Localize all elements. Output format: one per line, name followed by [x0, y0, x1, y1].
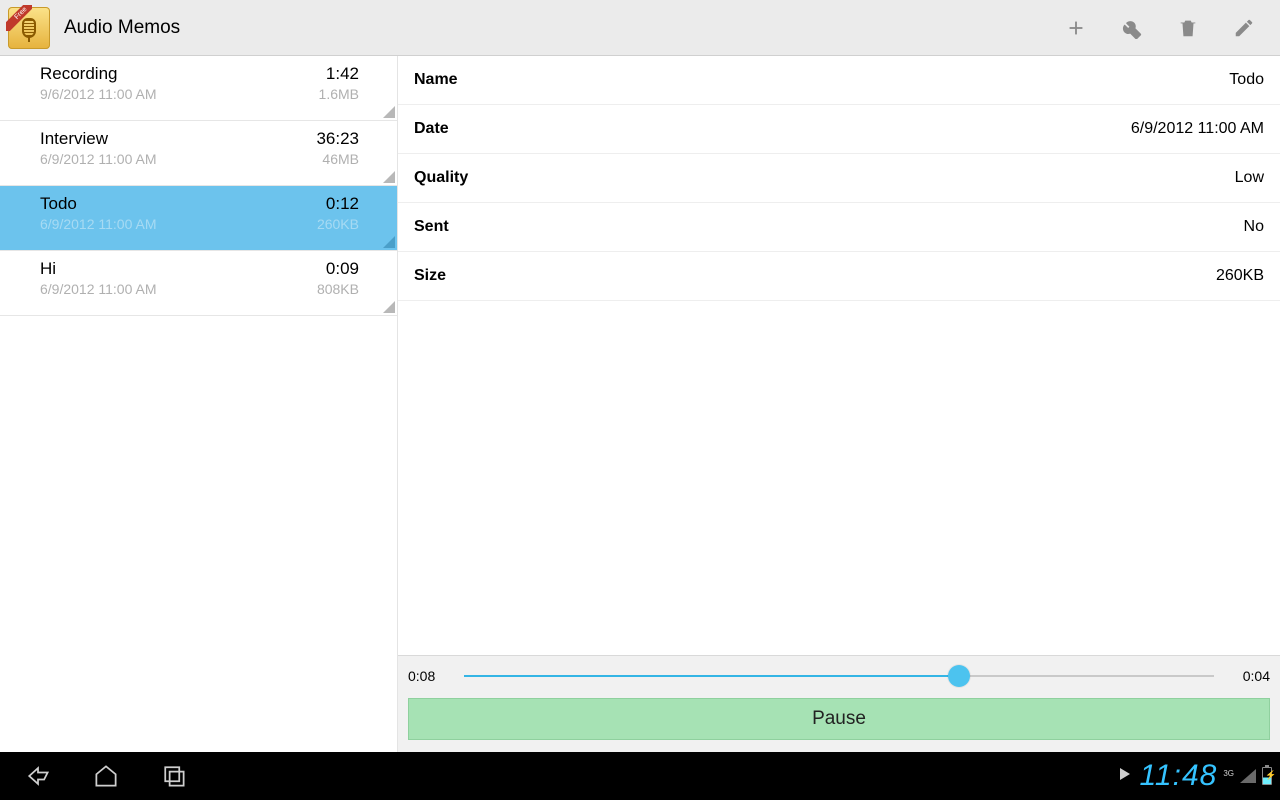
memo-title: Hi — [40, 259, 367, 279]
seek-bar[interactable] — [464, 664, 1214, 688]
playback-indicator-icon — [1117, 766, 1133, 787]
detail-row[interactable]: Name Todo — [398, 56, 1280, 105]
detail-row[interactable]: Quality Low — [398, 154, 1280, 203]
network-label: 3G — [1223, 769, 1234, 778]
memo-list: Recording9/6/2012 11:00 AM1:421.6MBInter… — [0, 56, 398, 752]
back-button[interactable] — [8, 752, 68, 800]
memo-duration: 1:42 — [326, 64, 359, 84]
app-icon — [8, 7, 50, 49]
memo-size: 46MB — [322, 151, 359, 167]
resize-corner-icon — [383, 301, 395, 313]
detail-pane: Name Todo Date 6/9/2012 11:00 AM Quality Low S… — [398, 56, 1280, 752]
memo-title: Todo — [40, 194, 367, 214]
memo-duration: 0:09 — [326, 259, 359, 279]
detail-info: Name Todo Date 6/9/2012 11:00 AM Quality Low S… — [398, 56, 1280, 655]
detail-key: Size — [414, 267, 446, 285]
detail-row[interactable]: Date 6/9/2012 11:00 AM — [398, 105, 1280, 154]
memo-item[interactable]: Hi6/9/2012 11:00 AM0:09808KB — [0, 251, 397, 316]
memo-size: 808KB — [317, 281, 359, 297]
pause-button[interactable]: Pause — [408, 698, 1270, 740]
detail-key: Sent — [414, 218, 449, 236]
battery-icon: ⚡ — [1262, 767, 1272, 785]
memo-size: 1.6MB — [319, 86, 359, 102]
detail-value: 260KB — [1216, 267, 1264, 285]
memo-duration: 36:23 — [316, 129, 359, 149]
memo-title: Recording — [40, 64, 367, 84]
add-button[interactable] — [1048, 0, 1104, 56]
detail-row[interactable]: Sent No — [398, 203, 1280, 252]
detail-row[interactable]: Size 260KB — [398, 252, 1280, 301]
status-clock: 11:48 — [1139, 759, 1217, 793]
edit-button[interactable] — [1216, 0, 1272, 56]
settings-button[interactable] — [1104, 0, 1160, 56]
recent-apps-button[interactable] — [144, 752, 204, 800]
detail-value: 6/9/2012 11:00 AM — [1131, 120, 1264, 138]
detail-value: Todo — [1229, 71, 1264, 89]
system-nav-bar: 11:48 3G ⚡ — [0, 752, 1280, 800]
resize-corner-icon — [383, 106, 395, 118]
action-bar: Audio Memos — [0, 0, 1280, 56]
detail-key: Date — [414, 120, 449, 138]
delete-button[interactable] — [1160, 0, 1216, 56]
memo-size: 260KB — [317, 216, 359, 232]
seek-thumb[interactable] — [948, 665, 970, 687]
detail-value: No — [1244, 218, 1264, 236]
elapsed-time: 0:08 — [408, 668, 454, 684]
remaining-time: 0:04 — [1224, 668, 1270, 684]
memo-item[interactable]: Recording9/6/2012 11:00 AM1:421.6MB — [0, 56, 397, 121]
memo-duration: 0:12 — [326, 194, 359, 214]
player: 0:08 0:04 Pause — [398, 655, 1280, 752]
app-title: Audio Memos — [64, 17, 1048, 39]
resize-corner-icon — [383, 171, 395, 183]
signal-icon — [1240, 769, 1256, 783]
resize-corner-icon — [383, 236, 395, 248]
detail-key: Name — [414, 71, 458, 89]
home-button[interactable] — [76, 752, 136, 800]
detail-value: Low — [1235, 169, 1264, 187]
detail-key: Quality — [414, 169, 468, 187]
memo-item[interactable]: Interview6/9/2012 11:00 AM36:2346MB — [0, 121, 397, 186]
memo-item[interactable]: Todo6/9/2012 11:00 AM0:12260KB — [0, 186, 397, 251]
memo-datetime: 6/9/2012 11:00 AM — [40, 151, 367, 167]
